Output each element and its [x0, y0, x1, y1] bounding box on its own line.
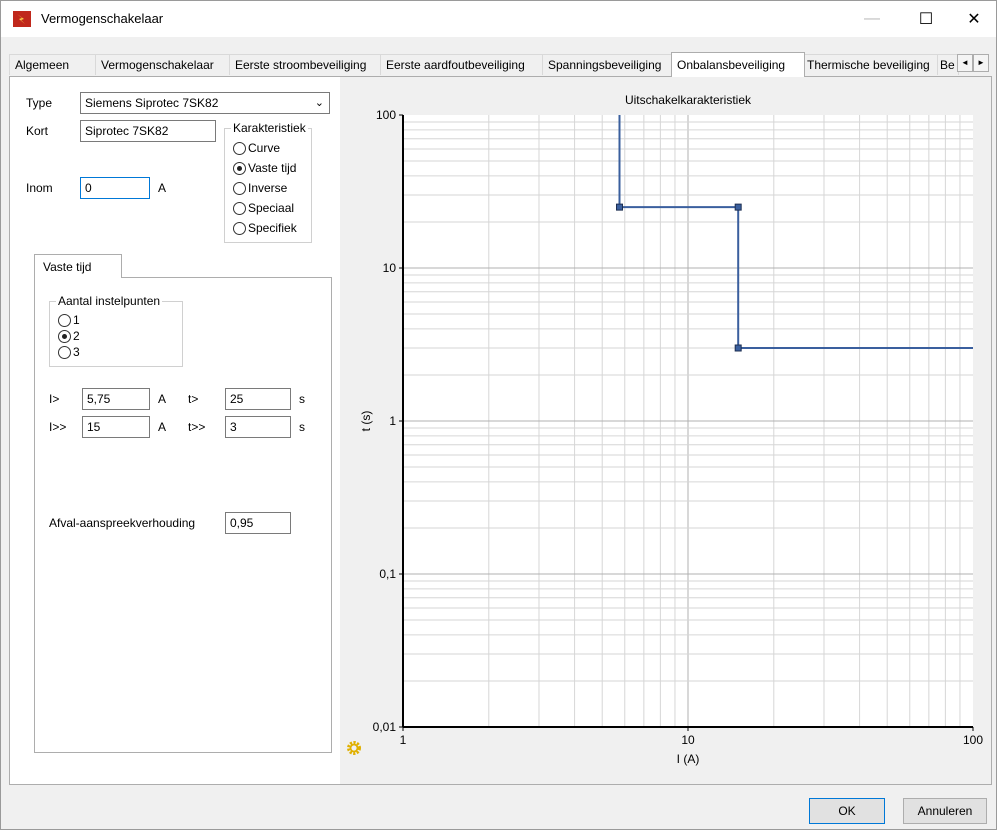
- i-greater-input[interactable]: 5,75: [82, 388, 150, 410]
- curve-point-marker: [734, 203, 742, 211]
- karakteristiek-group: Karakteristiek Curve Vaste tijd Inverse …: [224, 121, 312, 243]
- radio-curve[interactable]: Curve: [233, 141, 280, 155]
- radio-instelpunt-3[interactable]: 3: [58, 345, 80, 359]
- t-greater2-unit: s: [299, 420, 305, 434]
- tab-vermogenschakelaar[interactable]: Vermogenschakelaar: [95, 54, 233, 75]
- radio-circle-icon: [233, 181, 246, 195]
- y-tick-label: 100: [376, 108, 396, 122]
- curve-point-marker: [616, 203, 624, 211]
- type-select[interactable]: Siemens Siprotec 7SK82 ⌄: [80, 92, 330, 114]
- t-greater2-label: t>>: [188, 420, 206, 434]
- radio-circle-selected-icon: [233, 161, 246, 175]
- afval-input[interactable]: 0,95: [225, 512, 291, 534]
- tab-scroll-left-icon[interactable]: ◄: [957, 54, 973, 72]
- x-tick-label: 10: [681, 733, 695, 747]
- app-icon: [13, 11, 31, 27]
- inom-input[interactable]: 0: [80, 177, 150, 199]
- t-greater-unit: s: [299, 392, 305, 406]
- x-tick-label: 100: [963, 733, 983, 747]
- cancel-button[interactable]: Annuleren: [903, 798, 987, 824]
- y-tick-label: 0,01: [373, 720, 397, 734]
- radio-circle-icon: [58, 345, 71, 359]
- type-select-value: Siemens Siprotec 7SK82: [85, 96, 219, 110]
- radio-inverse-label: Inverse: [248, 181, 288, 195]
- radio-speciaal[interactable]: Speciaal: [233, 201, 294, 215]
- radio-instelpunt-2-label: 2: [73, 329, 80, 343]
- afval-label: Afval-aanspreekverhouding: [49, 516, 196, 530]
- tab-algemeen[interactable]: Algemeen: [9, 54, 99, 75]
- tab-spanningsbeveiliging[interactable]: Spanningsbeveiliging: [542, 54, 679, 75]
- vaste-tijd-panel: Aantal instelpunten 1 2 3 I> 5,75 A t> 2…: [34, 277, 332, 753]
- t-greater2-input[interactable]: 3: [225, 416, 291, 438]
- i-greater2-unit: A: [158, 420, 167, 434]
- i-greater2-label: I>>: [49, 420, 67, 434]
- x-axis-label: I (A): [677, 752, 700, 766]
- radio-instelpunt-2[interactable]: 2: [58, 329, 80, 343]
- instelpunten-title: Aantal instelpunten: [56, 294, 163, 308]
- tab-strip: Algemeen Vermogenschakelaar Eerste stroo…: [9, 52, 989, 77]
- karakteristiek-title: Karakteristiek: [231, 121, 308, 135]
- radio-circle-icon: [58, 313, 71, 327]
- radio-circle-icon: [233, 141, 246, 155]
- t-greater-label: t>: [188, 392, 199, 406]
- trip-characteristic-chart[interactable]: 1 10 100 0,01 0,1 1 10 100 Uitschakelkarakterist…: [340, 77, 991, 784]
- x-tick-label: 1: [400, 733, 407, 747]
- close-button[interactable]: ✕: [951, 1, 997, 37]
- radio-circle-selected-icon: [58, 329, 71, 343]
- t-greater-input[interactable]: 25: [225, 388, 291, 410]
- radio-vaste-tijd[interactable]: Vaste tijd: [233, 161, 296, 175]
- y-tick-label: 1: [389, 414, 396, 428]
- y-tick-label: 0,1: [379, 567, 396, 581]
- gear-icon[interactable]: [346, 740, 362, 756]
- chevron-down-icon: ⌄: [314, 97, 324, 109]
- tab-onbalansbeveiliging[interactable]: Onbalansbeveiliging: [671, 52, 805, 77]
- tab-eerste-aardfoutbeveiliging[interactable]: Eerste aardfoutbeveiliging: [380, 54, 546, 75]
- instelpunten-group: Aantal instelpunten 1 2 3: [49, 294, 183, 367]
- tab-panel: Type Siemens Siprotec 7SK82 ⌄ Kort Sipro…: [9, 76, 992, 785]
- chart-title: Uitschakelkarakteristiek: [625, 93, 752, 107]
- tab-eerste-stroombeveiliging[interactable]: Eerste stroombeveiliging: [229, 54, 384, 75]
- radio-circle-icon: [233, 201, 246, 215]
- i-greater-unit: A: [158, 392, 167, 406]
- radio-circle-icon: [233, 221, 246, 235]
- type-label: Type: [26, 96, 53, 110]
- i-greater2-input[interactable]: 15: [82, 416, 150, 438]
- subtab-vaste-tijd[interactable]: Vaste tijd: [34, 254, 122, 278]
- kort-input[interactable]: Siprotec 7SK82: [80, 120, 216, 142]
- window-title: Vermogenschakelaar: [41, 11, 164, 26]
- radio-specifiek[interactable]: Specifiek: [233, 221, 297, 235]
- i-greater-label: I>: [49, 392, 60, 406]
- radio-specifiek-label: Specifiek: [248, 221, 297, 235]
- y-tick-label: 10: [383, 261, 397, 275]
- title-bar: Vermogenschakelaar — ☐ ✕: [1, 1, 996, 37]
- curve-point-marker: [734, 344, 742, 352]
- y-axis-label: t (s): [359, 411, 373, 432]
- inom-label: Inom: [26, 181, 53, 195]
- radio-vaste-tijd-label: Vaste tijd: [248, 161, 297, 175]
- maximize-button[interactable]: ☐: [903, 1, 949, 37]
- kort-label: Kort: [26, 124, 49, 138]
- radio-inverse[interactable]: Inverse: [233, 181, 287, 195]
- inom-unit: A: [158, 181, 167, 195]
- radio-instelpunt-1[interactable]: 1: [58, 313, 80, 327]
- chart-area: 1 10 100 0,01 0,1 1 10 100 Uitschakelkarakterist…: [340, 77, 991, 784]
- tab-truncated[interactable]: Be: [937, 54, 959, 75]
- radio-speciaal-label: Speciaal: [248, 201, 295, 215]
- tab-thermische-beveiliging[interactable]: Thermische beveiliging: [801, 54, 941, 75]
- minimize-button[interactable]: —: [849, 1, 895, 37]
- tab-scroll-right-icon[interactable]: ►: [973, 54, 989, 72]
- radio-instelpunt-1-label: 1: [73, 313, 80, 327]
- radio-instelpunt-3-label: 3: [73, 345, 80, 359]
- dialog-window: Vermogenschakelaar — ☐ ✕ Algemeen Vermog…: [0, 0, 997, 830]
- radio-curve-label: Curve: [248, 141, 281, 155]
- ok-button[interactable]: OK: [809, 798, 885, 824]
